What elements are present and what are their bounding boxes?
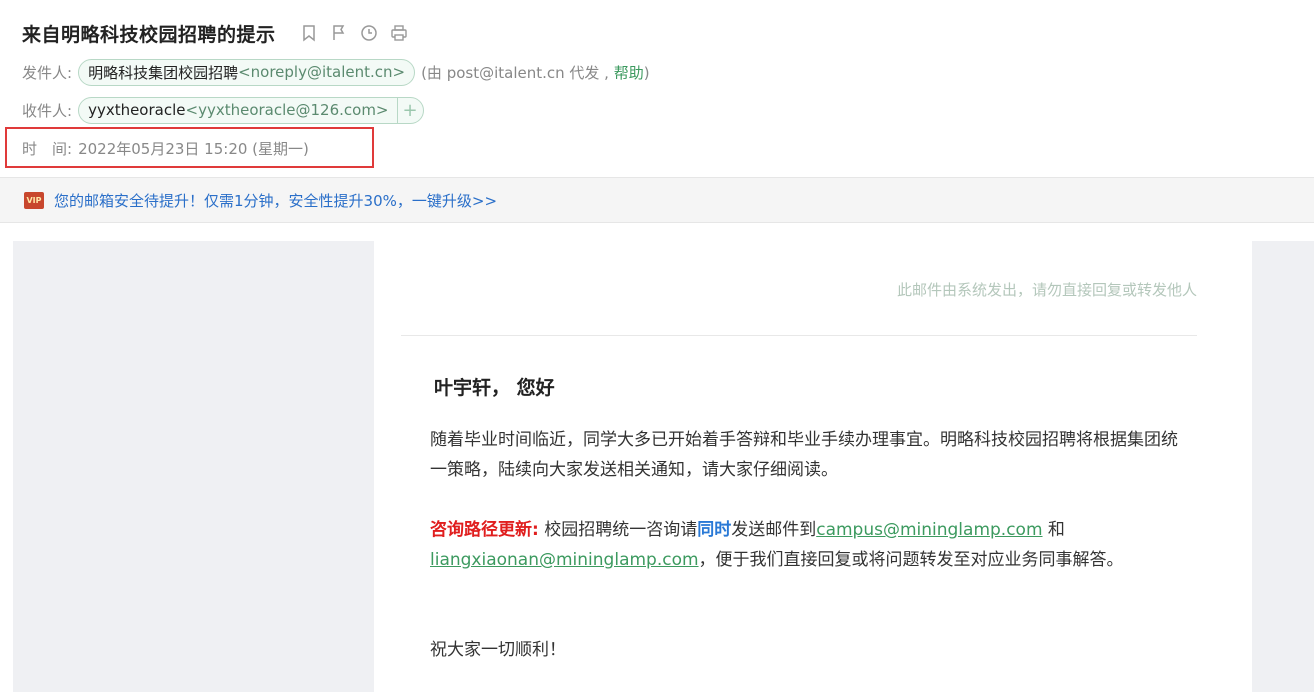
contact-text-a: 校园招聘统一咨询请 — [538, 520, 698, 540]
proxy-suffix: ) — [643, 63, 650, 82]
contact-update-heading: 咨询路径更新: — [430, 520, 539, 540]
security-upgrade-link[interactable]: 您的邮箱安全待提升！仅需1分钟，安全性提升30%，一键升级>> — [54, 190, 497, 211]
proxy-prefix: (由 post@italent.cn 代发 , — [421, 63, 609, 82]
contact-text-b: 发送邮件到 — [731, 520, 817, 540]
vip-badge-icon: VIP — [24, 191, 44, 209]
help-link[interactable]: 帮助 — [614, 64, 644, 82]
sender-label: 发件人: — [22, 63, 73, 82]
sender-name: 明略科技集团校园招聘 — [88, 63, 239, 82]
recipient-label: 收件人: — [22, 101, 73, 120]
flag-icon[interactable] — [328, 22, 350, 44]
security-notice-bar: VIP 您的邮箱安全待提升！仅需1分钟，安全性提升30%，一键升级>> — [0, 177, 1314, 223]
clock-icon[interactable] — [358, 22, 380, 44]
contact-emphasis: 同时 — [697, 520, 732, 540]
divider — [401, 335, 1197, 336]
proxy-note: (由 post@italent.cn 代发 , 帮助) — [421, 62, 650, 83]
recipient-address: <yyxtheoracle@126.com> — [185, 101, 389, 119]
highlight-box — [5, 127, 374, 168]
mail-subject: 来自明略科技校园招聘的提示 — [22, 23, 276, 46]
recipient-name: yyxtheoracle — [88, 101, 186, 119]
contact-text-c: ，便于我们直接回复或将问题转发至对应业务同事解答。 — [698, 550, 1124, 570]
paragraph-intro: 随着毕业时间临近，同学大多已开始着手答辩和毕业手续办理事宜。明略科技校园招聘将根… — [430, 430, 1178, 480]
sender-address: <noreply@italent.cn> — [238, 63, 406, 81]
recipient-pill[interactable]: yyxtheoracle <yyxtheoracle@126.com> + — [78, 96, 424, 124]
mail-content-card: 此邮件由系统发出，请勿直接回复或转发他人 叶宇轩， 您好 随着毕业时间临近，同学… — [374, 241, 1252, 692]
recipient-row: 收件人: yyxtheoracle <yyxtheoracle@126.com>… — [22, 96, 424, 124]
print-icon[interactable] — [388, 22, 410, 44]
greeting: 叶宇轩， 您好 — [434, 377, 555, 399]
subject-row: 来自明略科技校园招聘的提示 — [22, 18, 410, 48]
campus-email-link[interactable]: campus@mininglamp.com — [816, 520, 1042, 540]
subject-toolbar — [298, 22, 410, 44]
paragraph-contact: 咨询路径更新: 校园招聘统一咨询请同时发送邮件到campus@mininglam… — [430, 515, 1190, 575]
sender-pill[interactable]: 明略科技集团校园招聘 <noreply@italent.cn> — [78, 58, 416, 86]
system-note: 此邮件由系统发出，请勿直接回复或转发他人 — [896, 281, 1197, 299]
sender-row: 发件人: 明略科技集团校园招聘 <noreply@italent.cn> (由 … — [22, 57, 650, 87]
add-contact-button[interactable]: + — [396, 96, 423, 124]
liang-email-link[interactable]: liangxiaonan@mininglamp.com — [430, 550, 699, 570]
bookmark-icon[interactable] — [298, 22, 320, 44]
paragraph-closing: 祝大家一切顺利！ — [430, 640, 566, 660]
contact-and: 和 — [1042, 520, 1065, 540]
